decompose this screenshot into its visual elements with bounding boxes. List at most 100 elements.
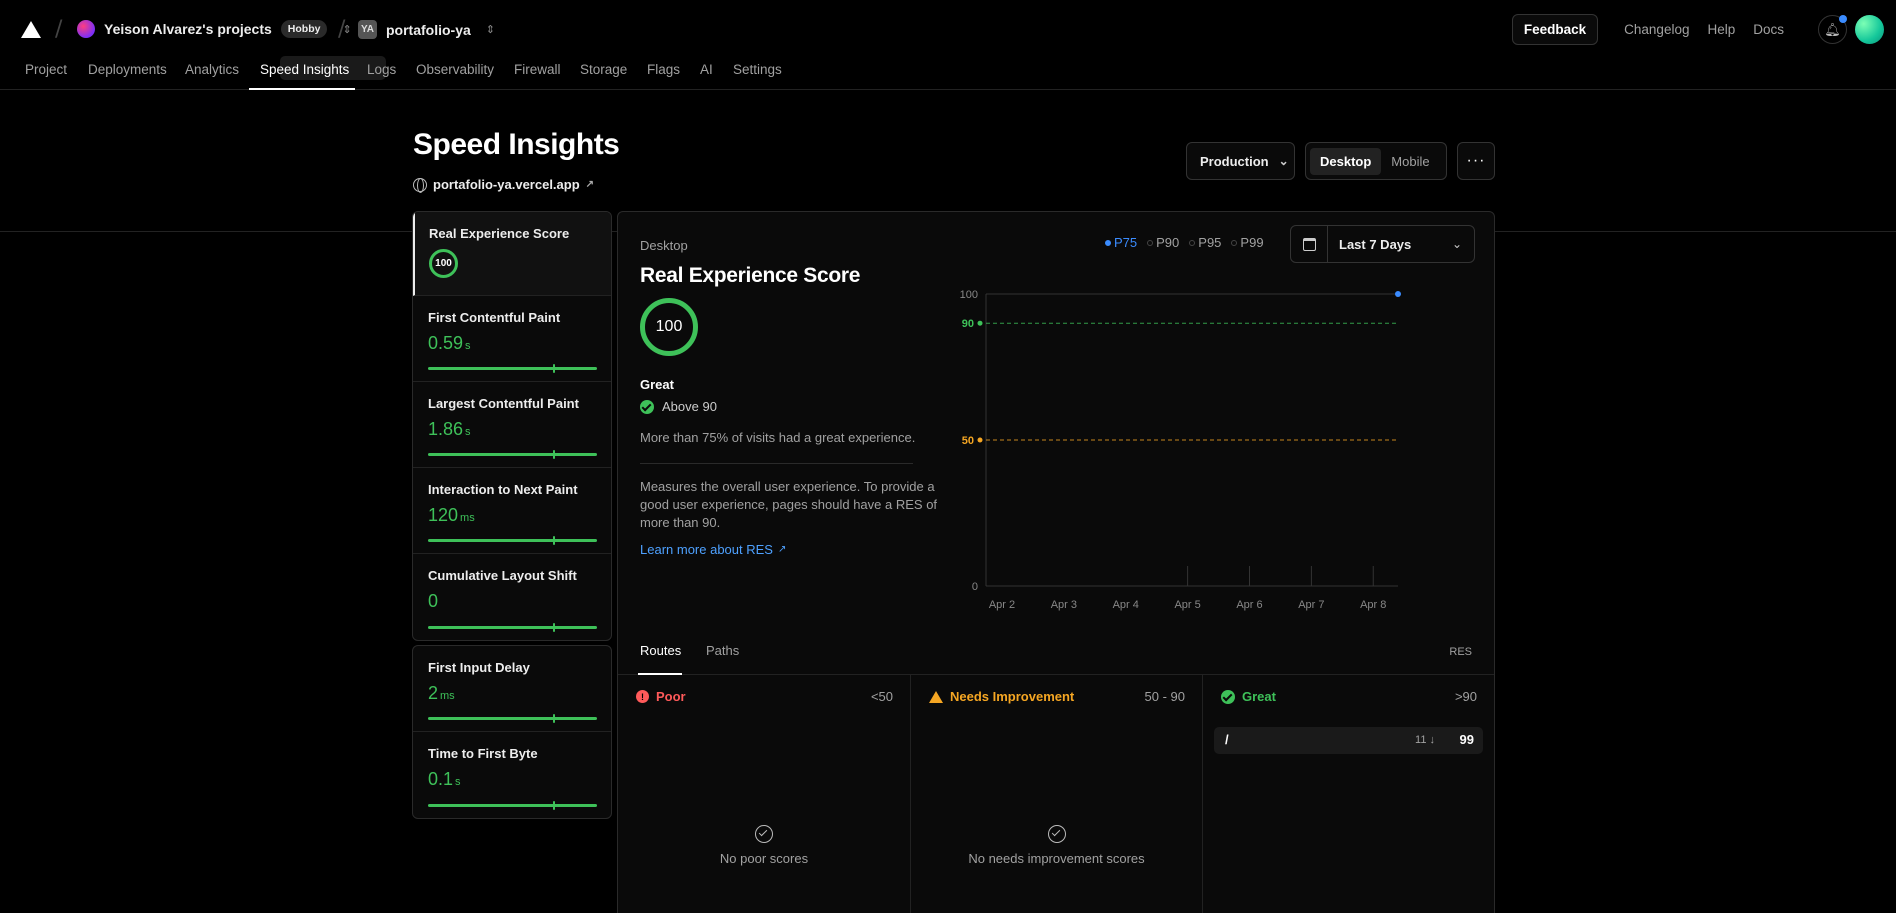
metric-name: First Input Delay bbox=[428, 660, 530, 675]
nav-analytics[interactable]: Analytics bbox=[185, 62, 239, 77]
metric-bar bbox=[428, 450, 597, 459]
x-tick-label: Apr 7 bbox=[1298, 599, 1324, 611]
nav-deployments[interactable]: Deployments bbox=[88, 62, 167, 77]
threshold-label: 90 bbox=[962, 318, 974, 330]
environment-select[interactable]: Production ⌄ bbox=[1186, 142, 1295, 180]
metric-value: 0.1 s bbox=[428, 769, 461, 789]
route-path: / bbox=[1225, 732, 1229, 747]
poor-range: <50 bbox=[870, 689, 893, 704]
detail-title: Real Experience Score bbox=[640, 264, 861, 287]
project-nav: Project Deployments Analytics Speed Insi… bbox=[0, 50, 1896, 90]
project-switcher[interactable]: YA portafolio-ya ⇕ bbox=[358, 20, 495, 39]
user-avatar[interactable] bbox=[1855, 15, 1884, 44]
more-options-button[interactable]: ··· bbox=[1457, 142, 1495, 180]
metric-bar bbox=[428, 801, 597, 810]
metric-abbrev: RES bbox=[1449, 646, 1472, 658]
percentile-p75[interactable]: P75 bbox=[1105, 235, 1137, 250]
threshold-label: 50 bbox=[962, 435, 974, 447]
metric-name: First Contentful Paint bbox=[428, 310, 561, 325]
percentile-p95[interactable]: P95 bbox=[1189, 235, 1221, 250]
nav-storage[interactable]: Storage bbox=[580, 62, 627, 77]
metric-value: 2 ms bbox=[428, 683, 455, 703]
metric-lcp[interactable]: Largest Contentful Paint 1.86 s bbox=[413, 382, 611, 468]
metric-real-experience-score[interactable]: Real Experience Score 100 bbox=[413, 212, 611, 296]
metric-name: Cumulative Layout Shift bbox=[428, 568, 577, 583]
nav-logs[interactable]: Logs bbox=[367, 62, 396, 77]
chevron-down-icon: ⌄ bbox=[1278, 154, 1289, 168]
nav-project[interactable]: Project bbox=[25, 62, 67, 77]
check-circle-icon bbox=[1047, 825, 1066, 843]
metric-fid[interactable]: First Input Delay 2 ms bbox=[413, 646, 611, 732]
device-toggle: Desktop Mobile bbox=[1305, 142, 1447, 180]
plan-badge: Hobby bbox=[280, 20, 328, 38]
rating-label: Great bbox=[640, 377, 674, 392]
nav-settings[interactable]: Settings bbox=[733, 62, 782, 77]
project-name: portafolio-ya bbox=[386, 21, 471, 38]
metric-fcp[interactable]: First Contentful Paint 0.59 s bbox=[413, 296, 611, 382]
great-header: Great bbox=[1221, 689, 1276, 704]
check-circle-icon bbox=[640, 399, 654, 414]
device-mobile[interactable]: Mobile bbox=[1381, 148, 1439, 175]
vercel-logo-icon[interactable] bbox=[21, 21, 41, 38]
site-link[interactable]: portafolio-ya.vercel.app ↗ bbox=[413, 177, 594, 193]
breadcrumb-separator: / bbox=[55, 17, 63, 42]
date-range-select[interactable]: Last 7 Days ⌄ bbox=[1290, 225, 1475, 263]
notifications-button[interactable]: 🔔︎ bbox=[1818, 15, 1847, 44]
team-switcher[interactable]: Yeison Alvarez's projects Hobby ⇕ bbox=[77, 20, 352, 38]
needs-improvement-range: 50 - 90 bbox=[1144, 689, 1185, 704]
help-link[interactable]: Help bbox=[1707, 22, 1735, 37]
warning-icon bbox=[929, 690, 943, 703]
tab-routes[interactable]: Routes bbox=[640, 643, 681, 658]
metric-value: 120 ms bbox=[428, 505, 475, 525]
visits-text: More than 75% of visits had a great expe… bbox=[640, 430, 916, 445]
nav-firewall[interactable]: Firewall bbox=[514, 62, 561, 77]
great-column: Great >90 / 11 ↓ 99 bbox=[1202, 675, 1494, 913]
metric-bar bbox=[428, 623, 597, 632]
nav-observability[interactable]: Observability bbox=[416, 62, 494, 77]
metric-bar bbox=[428, 364, 597, 373]
date-range-label: Last 7 Days bbox=[1339, 236, 1412, 252]
route-score: 99 bbox=[1459, 732, 1474, 747]
poor-header: ! Poor bbox=[636, 689, 686, 704]
metric-name: Interaction to Next Paint bbox=[428, 482, 578, 497]
percentile-p90[interactable]: P90 bbox=[1147, 235, 1179, 250]
changelog-link[interactable]: Changelog bbox=[1624, 22, 1689, 37]
score-ring: 100 bbox=[429, 249, 458, 278]
notification-dot bbox=[1839, 15, 1847, 23]
device-desktop[interactable]: Desktop bbox=[1310, 147, 1382, 175]
poor-column: ! Poor <50 No poor scores bbox=[618, 675, 910, 913]
series-point bbox=[1395, 291, 1401, 297]
percentile-selector: P75 P90 P95 P99 bbox=[1105, 235, 1264, 250]
environment-label: Production bbox=[1200, 153, 1269, 169]
threshold-marker bbox=[977, 437, 983, 443]
docs-link[interactable]: Docs bbox=[1753, 22, 1784, 37]
metric-ttfb[interactable]: Time to First Byte 0.1 s bbox=[413, 732, 611, 818]
metric-cls[interactable]: Cumulative Layout Shift 0 bbox=[413, 554, 611, 640]
feedback-button[interactable]: Feedback bbox=[1511, 14, 1599, 45]
project-avatar: YA bbox=[358, 20, 377, 39]
ellipsis-icon: ··· bbox=[1466, 152, 1486, 169]
nav-ai[interactable]: AI bbox=[700, 62, 713, 77]
route-row[interactable]: / 11 ↓ 99 bbox=[1214, 727, 1483, 754]
alert-circle-icon: ! bbox=[636, 690, 649, 703]
metric-value: 0 bbox=[428, 591, 439, 611]
metric-detail-card: Desktop Real Experience Score 100 Great … bbox=[617, 211, 1495, 913]
needs-improvement-column: Needs Improvement 50 - 90 No needs impro… bbox=[910, 675, 1202, 913]
percentile-p99[interactable]: P99 bbox=[1231, 235, 1264, 250]
metric-name: Time to First Byte bbox=[428, 746, 538, 761]
nav-speed-insights[interactable]: Speed Insights bbox=[260, 62, 349, 77]
great-range: >90 bbox=[1454, 689, 1477, 704]
metric-bar bbox=[428, 714, 597, 723]
external-link-icon: ↗ bbox=[777, 544, 787, 555]
active-tab-indicator bbox=[249, 88, 355, 90]
tab-paths[interactable]: Paths bbox=[706, 643, 739, 658]
check-circle-icon bbox=[755, 825, 773, 843]
y-tick-label: 100 bbox=[960, 289, 978, 301]
metric-name: Largest Contentful Paint bbox=[428, 396, 579, 411]
other-metrics-list: First Input Delay 2 ms Time to First Byte… bbox=[412, 645, 612, 819]
metric-inp[interactable]: Interaction to Next Paint 120 ms bbox=[413, 468, 611, 554]
device-label: Desktop bbox=[640, 238, 688, 253]
x-tick-label: Apr 3 bbox=[1051, 599, 1077, 611]
nav-flags[interactable]: Flags bbox=[647, 62, 680, 77]
learn-more-link[interactable]: Learn more about RES ↗ bbox=[640, 542, 786, 557]
